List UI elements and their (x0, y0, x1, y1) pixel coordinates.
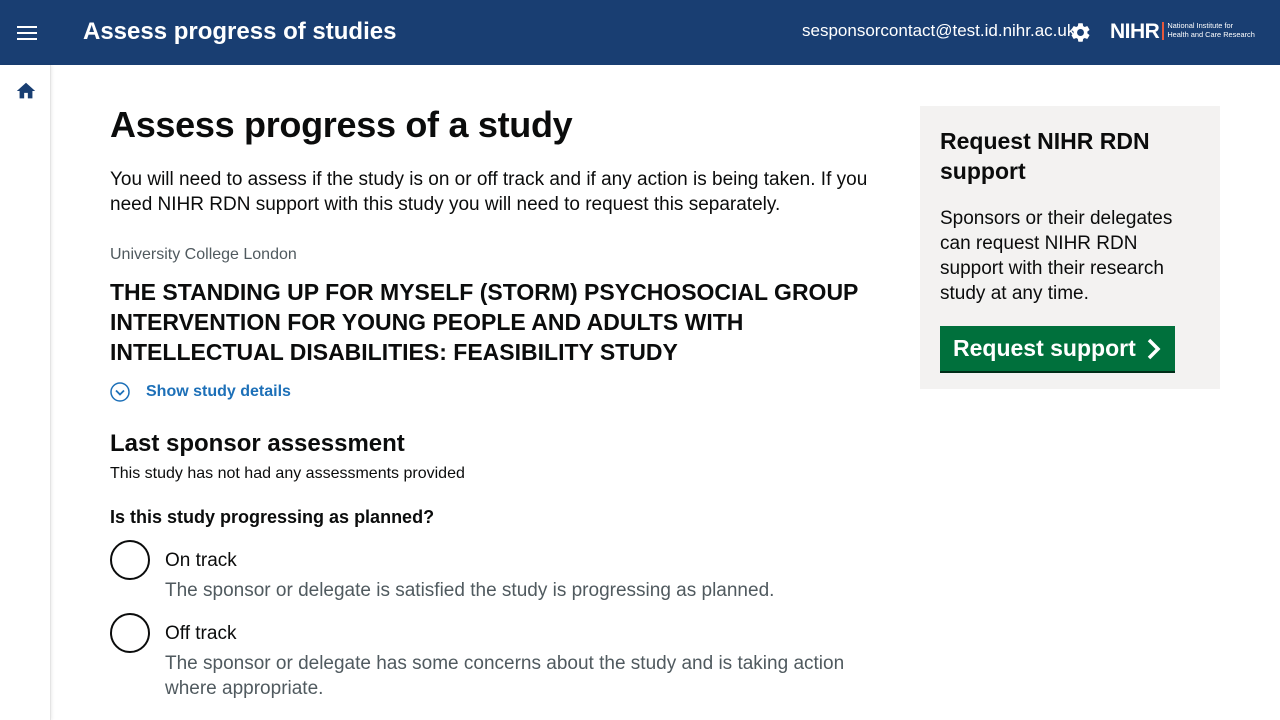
request-support-button[interactable]: Request support (940, 326, 1175, 371)
off-track-hint: The sponsor or delegate has some concern… (165, 653, 845, 699)
chevron-down-icon (110, 382, 130, 402)
menu-icon[interactable] (14, 20, 40, 46)
organisation-name: University College London (110, 246, 297, 263)
home-icon[interactable] (15, 80, 37, 102)
request-support-panel: Request NIHR RDN support Sponsors or the… (920, 106, 1220, 389)
off-track-radio[interactable] (110, 613, 150, 653)
chevron-right-icon (1147, 338, 1161, 359)
side-navigation (0, 65, 51, 720)
on-track-label[interactable]: On track (165, 550, 237, 572)
logo-divider (1162, 22, 1165, 40)
on-track-radio[interactable] (110, 540, 150, 580)
app-title[interactable]: Assess progress of studies (83, 18, 396, 46)
user-email: sesponsorcontact@test.id.nihr.ac.uk (802, 21, 1076, 40)
last-assessment-heading: Last sponsor assessment (110, 430, 405, 457)
show-study-details-label[interactable]: Show study details (146, 383, 291, 401)
gear-icon[interactable] (1069, 21, 1092, 44)
app-header: Assess progress of studies sesponsorcont… (0, 0, 1280, 65)
request-support-label: Request support (953, 335, 1136, 361)
last-assessment-text: This study has not had any assessments p… (110, 465, 465, 482)
progress-question: Is this study progressing as planned? (110, 507, 435, 527)
panel-title: Request NIHR RDN support (940, 128, 1150, 184)
off-track-label[interactable]: Off track (165, 623, 236, 645)
study-title: THE STANDING UP FOR MYSELF (STORM) PSYCH… (110, 279, 858, 365)
nihr-logo[interactable]: NIHR National Institute for Health and C… (1110, 19, 1266, 43)
logo-subtitle: National Institute for Health and Care R… (1167, 22, 1255, 39)
show-study-details-toggle[interactable]: Show study details (110, 382, 291, 402)
page-title: Assess progress of a study (110, 104, 573, 145)
on-track-hint: The sponsor or delegate is satisfied the… (165, 580, 775, 601)
logo-wordmark: NIHR (1110, 19, 1160, 43)
intro-text: You will need to assess if the study is … (110, 169, 868, 215)
panel-text: Sponsors or their delegates can request … (940, 208, 1173, 304)
logo-subtitle-line2: Health and Care Research (1167, 30, 1255, 39)
